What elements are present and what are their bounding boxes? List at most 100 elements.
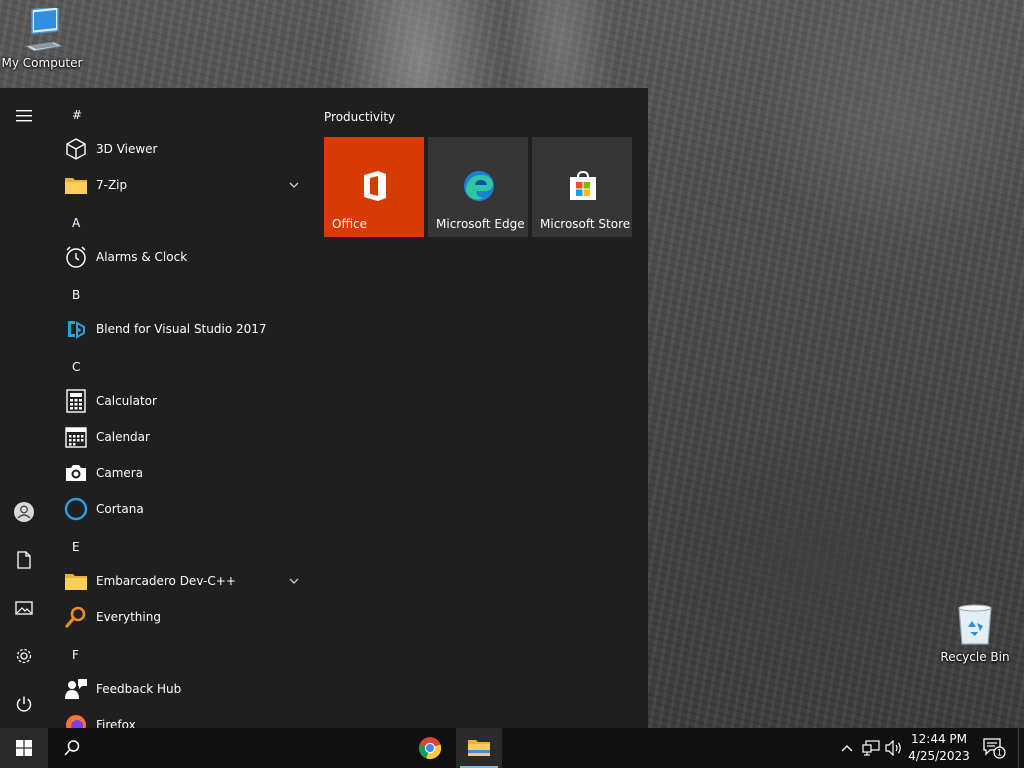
letter-label: # — [72, 108, 83, 122]
calculator-icon — [62, 387, 90, 415]
volume-button[interactable] — [884, 728, 904, 768]
power-button[interactable] — [0, 680, 48, 728]
folder-icon — [62, 567, 90, 595]
clock-date: 4/25/2023 — [908, 749, 970, 763]
notification-icon: 1 — [983, 738, 1006, 759]
app-item-label: Cortana — [96, 502, 144, 516]
feedback-person-icon — [62, 675, 90, 703]
tile-office[interactable]: Office — [324, 137, 424, 237]
folder-icon — [62, 171, 90, 199]
app-item-label: Calendar — [96, 430, 150, 444]
app-item-embarcadero-dev-cpp[interactable]: Embarcadero Dev-C++ — [48, 563, 310, 599]
documents-icon — [17, 551, 31, 569]
settings-gear-icon — [16, 648, 32, 664]
app-item-label: Blend for Visual Studio 2017 — [96, 322, 267, 336]
app-item-label: Embarcadero Dev-C++ — [96, 574, 236, 588]
taskbar-clock[interactable]: 12:44 PM 4/25/2023 — [904, 731, 974, 765]
camera-icon — [62, 459, 90, 487]
taskbar-chrome-button[interactable] — [408, 728, 452, 768]
chevron-up-icon — [841, 745, 853, 752]
app-item-calendar[interactable]: Calendar — [48, 419, 310, 455]
search-button[interactable] — [48, 728, 96, 768]
letter-header-f[interactable]: F — [48, 637, 310, 673]
app-item-calculator[interactable]: Calculator — [48, 383, 310, 419]
clock-time: 12:44 PM — [911, 732, 967, 746]
cortana-ring-icon — [62, 495, 90, 523]
app-item-alarms-clock[interactable]: Alarms & Clock — [48, 239, 310, 275]
letter-label: C — [72, 360, 81, 374]
network-icon — [862, 740, 880, 756]
letter-label: F — [72, 648, 79, 662]
user-account-button[interactable] — [0, 488, 48, 536]
app-item-everything[interactable]: Everything — [48, 599, 310, 635]
app-item-firefox[interactable]: Firefox — [48, 707, 310, 728]
app-item-label: Camera — [96, 466, 144, 480]
start-left-rail — [0, 88, 48, 728]
windows-start-icon — [16, 740, 32, 756]
recycle-bin-icon — [958, 604, 992, 645]
app-item-label: Firefox — [96, 718, 136, 728]
tile-microsoft-store[interactable]: Microsoft Store — [532, 137, 632, 237]
desktop-icon-recycle-bin[interactable]: Recycle Bin — [933, 602, 1017, 664]
alarm-clock-icon — [62, 243, 90, 271]
tile-label: Microsoft Store — [540, 217, 631, 231]
letter-label: E — [72, 540, 80, 554]
app-item-feedback-hub[interactable]: Feedback Hub — [48, 671, 310, 707]
desktop-icon-label: My Computer — [1, 56, 83, 70]
start-menu: # 3D Viewer 7-Zip A Alarms & Clock B Ble… — [0, 88, 648, 728]
blend-icon — [62, 315, 90, 343]
letter-header-e[interactable]: E — [48, 529, 310, 565]
chrome-icon — [418, 737, 442, 760]
search-icon — [64, 740, 80, 756]
chevron-down-icon[interactable] — [286, 177, 302, 193]
app-item-label: 3D Viewer — [96, 142, 158, 156]
expand-menu-button[interactable] — [0, 92, 48, 140]
app-item-7-zip[interactable]: 7-Zip — [48, 167, 310, 203]
file-explorer-icon — [468, 740, 490, 756]
tile-label: Office — [332, 217, 368, 231]
cube-3d-icon — [62, 135, 90, 163]
computer-icon — [24, 8, 64, 52]
app-item-label: Alarms & Clock — [96, 250, 188, 264]
desktop-icon-label: Recycle Bin — [940, 650, 1010, 664]
network-button[interactable] — [860, 728, 882, 768]
app-item-3d-viewer[interactable]: 3D Viewer — [48, 131, 310, 167]
store-bag-icon — [570, 170, 596, 200]
pictures-icon — [15, 601, 33, 615]
app-item-label: Everything — [96, 610, 161, 624]
volume-icon — [885, 740, 901, 756]
magnifier-orange-icon — [62, 603, 90, 631]
action-center-button[interactable]: 1 — [978, 728, 1010, 768]
app-item-blend-visual-studio[interactable]: Blend for Visual Studio 2017 — [48, 311, 310, 347]
letter-label: B — [72, 288, 81, 302]
firefox-icon — [62, 711, 90, 728]
documents-button[interactable] — [0, 536, 48, 584]
letter-label: A — [72, 216, 81, 230]
app-item-camera[interactable]: Camera — [48, 455, 310, 491]
app-item-label: Feedback Hub — [96, 682, 182, 696]
letter-header-a[interactable]: A — [48, 205, 310, 241]
letter-header-hash[interactable]: # — [48, 97, 310, 133]
letter-header-b[interactable]: B — [48, 277, 310, 313]
taskbar-file-explorer-button[interactable] — [456, 728, 502, 768]
tile-group-title[interactable]: Productivity — [324, 110, 395, 124]
start-button[interactable] — [0, 728, 48, 768]
chevron-down-icon[interactable] — [286, 573, 302, 589]
app-item-cortana[interactable]: Cortana — [48, 491, 310, 527]
show-hidden-icons-button[interactable] — [838, 728, 856, 768]
tile-microsoft-edge[interactable]: Microsoft Edge — [428, 137, 528, 237]
calendar-icon — [62, 423, 90, 451]
pictures-button[interactable] — [0, 584, 48, 632]
settings-button[interactable] — [0, 632, 48, 680]
office-logo-icon — [364, 171, 386, 201]
hamburger-menu-icon — [16, 110, 32, 122]
edge-logo-icon — [464, 171, 494, 201]
show-desktop-button[interactable] — [1018, 728, 1024, 768]
notification-count: 1 — [997, 749, 1002, 759]
app-item-label: Calculator — [96, 394, 157, 408]
desktop-icon-my-computer[interactable]: My Computer — [0, 8, 84, 70]
user-account-icon — [14, 502, 34, 522]
taskbar: 12:44 PM 4/25/2023 1 — [0, 728, 1024, 768]
app-list: # 3D Viewer 7-Zip A Alarms & Clock B Ble… — [48, 88, 310, 728]
letter-header-c[interactable]: C — [48, 349, 310, 385]
